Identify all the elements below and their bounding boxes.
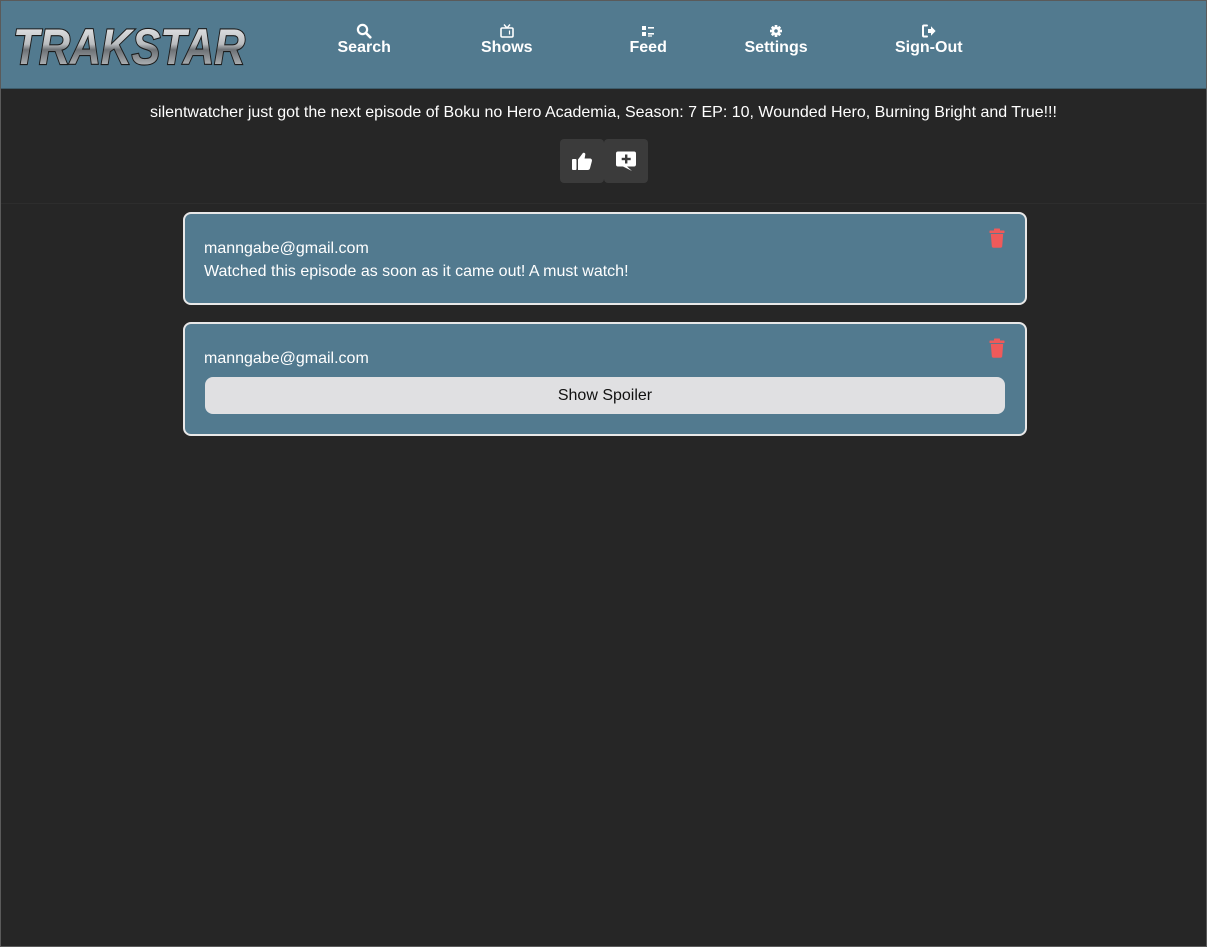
- nav-shows[interactable]: Shows: [481, 23, 533, 57]
- sign-out-icon: [921, 24, 936, 38]
- nav-feed-label: Feed: [629, 39, 667, 56]
- like-button[interactable]: [560, 139, 604, 183]
- app-window: TRAKSTAR Search Shows Feed Settings Sign…: [0, 0, 1207, 947]
- comment-card: manngabe@gmail.com Show Spoiler: [183, 322, 1027, 436]
- nav-search[interactable]: Search: [338, 23, 391, 57]
- thumbs-up-icon: [572, 152, 592, 170]
- feed-post: silentwatcher just got the next episode …: [1, 89, 1206, 204]
- comment-card: manngabe@gmail.com Watched this episode …: [183, 212, 1027, 305]
- trash-icon[interactable]: [989, 338, 1005, 358]
- nav-settings-label: Settings: [744, 39, 808, 56]
- comment-author: manngabe@gmail.com: [204, 240, 369, 257]
- comment-body: Watched this episode as soon as it came …: [204, 263, 629, 280]
- tv-icon: [499, 24, 514, 38]
- logo-text: TRAKSTAR: [13, 19, 245, 73]
- nav-shows-label: Shows: [481, 39, 533, 56]
- trakstar-logo[interactable]: TRAKSTAR: [11, 19, 251, 73]
- post-text: silentwatcher just got the next episode …: [150, 104, 1057, 121]
- add-comment-button[interactable]: [604, 139, 648, 183]
- search-icon: [356, 23, 372, 39]
- section-divider: [1, 203, 1206, 204]
- nav-sign-out-label: Sign-Out: [895, 39, 963, 56]
- trash-icon[interactable]: [989, 228, 1005, 248]
- nav-settings[interactable]: Settings: [745, 23, 808, 57]
- navbar: TRAKSTAR Search Shows Feed Settings Sign…: [1, 1, 1206, 89]
- comment-add-icon: [616, 151, 636, 171]
- nav-search-label: Search: [337, 39, 391, 56]
- nav-sign-out[interactable]: Sign-Out: [895, 23, 963, 57]
- show-spoiler-button[interactable]: Show Spoiler: [205, 377, 1005, 414]
- list-icon: [642, 26, 655, 37]
- gear-icon: [770, 25, 783, 37]
- nav-feed[interactable]: Feed: [630, 23, 667, 57]
- comment-author: manngabe@gmail.com: [204, 350, 369, 367]
